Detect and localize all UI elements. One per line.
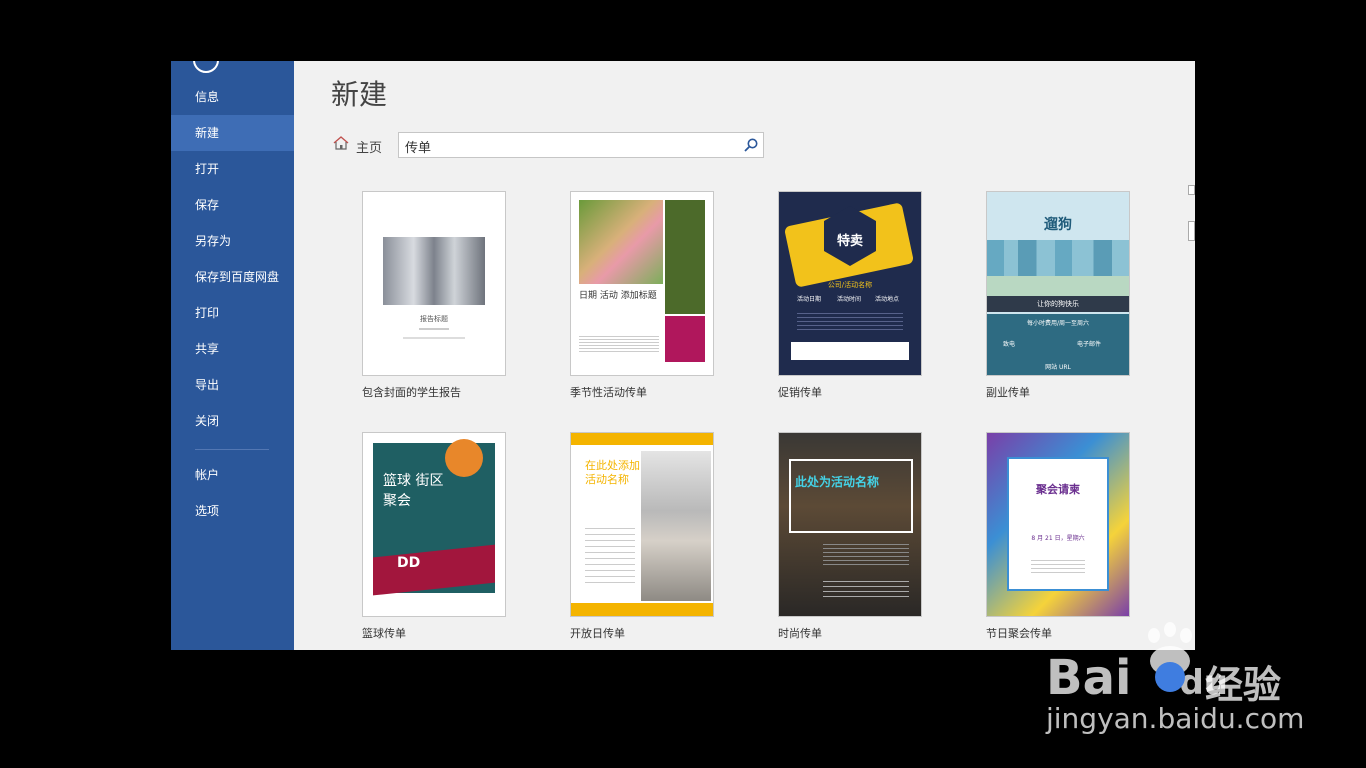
sidebar-item-save-to-baidu[interactable]: 保存到百度网盘: [171, 259, 294, 295]
thumb-contact: 电子邮件: [1077, 341, 1102, 348]
template-thumbnail[interactable]: 特卖 公司/活动名称 活动日期 活动时间 活动地点: [778, 191, 922, 376]
green-panel: [665, 200, 705, 314]
template-thumbnail[interactable]: 此处为活动名称: [778, 432, 922, 617]
template-side-business[interactable]: 遛狗 让你的狗快乐 每小时费用/周一至周六 致电 电子邮件 网站 URL 副业传…: [986, 191, 1130, 400]
watermark-url: jingyan.baidu.com: [1046, 702, 1305, 735]
thumb-text-lines: [823, 577, 909, 601]
title-frame: [789, 459, 913, 533]
sidebar-item-share[interactable]: 共享: [171, 331, 294, 367]
search-box[interactable]: [398, 132, 764, 159]
template-label: 季节性活动传单: [570, 386, 647, 399]
thumb-line: [419, 328, 449, 330]
sidebar-item-account[interactable]: 帐户: [171, 457, 294, 493]
bottom-band: [571, 603, 713, 616]
thumb-col: 活动日期: [797, 296, 822, 303]
thumb-title: 在此处添加活动名称: [585, 459, 640, 486]
thumb-contact: 致电: [1003, 341, 1016, 348]
sidebar-item-save[interactable]: 保存: [171, 187, 294, 223]
thumb-text-lines: [823, 541, 909, 565]
thumb-footer: [791, 342, 909, 360]
template-label: 篮球传单: [362, 627, 406, 640]
sidebar-item-open[interactable]: 打开: [171, 151, 294, 187]
watermark-bai: Bai: [1046, 650, 1132, 706]
search-icon[interactable]: [743, 137, 759, 153]
template-label: 副业传单: [986, 386, 1030, 399]
thumb-date: 8 月 21 日，星期六: [1031, 535, 1085, 542]
thumb-col: 活动时间: [837, 296, 862, 303]
scroll-up-button[interactable]: [1188, 185, 1195, 195]
thumb-subtitle: 让你的狗快乐: [1037, 300, 1079, 308]
thumb-text-lines: [579, 334, 659, 354]
template-fashion[interactable]: 此处为活动名称 时尚传单: [778, 432, 922, 641]
sidebar-item-new[interactable]: 新建: [171, 115, 294, 151]
template-label: 开放日传单: [570, 627, 625, 640]
sidebar-item-options[interactable]: 选项: [171, 493, 294, 529]
template-label: 时尚传单: [778, 627, 822, 640]
thumb-dd: DD: [397, 555, 421, 571]
magenta-panel: [665, 316, 705, 362]
page-title: 新建: [331, 78, 388, 111]
sidebar-item-print[interactable]: 打印: [171, 295, 294, 331]
thumb-title: 聚会请柬: [1036, 483, 1080, 496]
template-thumbnail[interactable]: 在此处添加活动名称: [570, 432, 714, 617]
scrollbar-thumb[interactable]: [1188, 221, 1195, 241]
template-student-report[interactable]: 报告标题 包含封面的学生报告: [362, 191, 506, 400]
baidu-paw-icon: [1142, 622, 1198, 692]
dogs-area: [987, 276, 1129, 298]
thumb-line: [403, 337, 465, 339]
template-label: 包含封面的学生报告: [362, 386, 461, 399]
template-holiday-party[interactable]: 聚会请柬 8 月 21 日，星期六 节日聚会传单: [986, 432, 1130, 641]
thumb-url: 网站 URL: [1045, 364, 1071, 371]
template-thumbnail[interactable]: 遛狗 让你的狗快乐 每小时费用/周一至周六 致电 电子邮件 网站 URL: [986, 191, 1130, 376]
thumb-title: 报告标题: [420, 315, 448, 323]
city-skyline: [987, 240, 1129, 276]
template-label: 促销传单: [778, 386, 822, 399]
columns-photo: [383, 237, 485, 305]
thumb-line: 每小时费用/周一至周六: [1026, 320, 1090, 327]
icecream-photo: [579, 200, 663, 284]
template-basketball[interactable]: 篮球 街区 聚会 DD 篮球传单: [362, 432, 506, 641]
word-new-document-window: 信息 新建 打开 保存 另存为 保存到百度网盘 打印 共享 导出 关闭 帐户 选…: [171, 61, 1195, 650]
thumb-title: 此处为活动名称: [795, 475, 880, 489]
thumb-title: 特卖: [836, 234, 863, 249]
template-open-house[interactable]: 在此处添加活动名称 开放日传单: [570, 432, 714, 641]
sidebar-item-close[interactable]: 关闭: [171, 403, 294, 439]
main-panel: 新建 主页 报告标题 包含封面的学生报告: [294, 61, 1195, 650]
template-label: 节日聚会传单: [986, 627, 1052, 640]
template-thumbnail[interactable]: 报告标题: [362, 191, 506, 376]
thumb-subtitle: 公司/活动名称: [827, 281, 873, 289]
home-link[interactable]: 主页: [356, 137, 382, 156]
template-promotion[interactable]: 特卖 公司/活动名称 活动日期 活动时间 活动地点 促销传单: [778, 191, 922, 400]
watermark-brand: Bai du: [1046, 650, 1228, 706]
template-seasonal-event[interactable]: 日期 活动 添加标题 季节性活动传单: [570, 191, 714, 400]
template-thumbnail[interactable]: 聚会请柬 8 月 21 日，星期六: [986, 432, 1130, 617]
backstage-sidebar: 信息 新建 打开 保存 另存为 保存到百度网盘 打印 共享 导出 关闭 帐户 选…: [171, 61, 294, 650]
sidebar-item-export[interactable]: 导出: [171, 367, 294, 403]
search-input[interactable]: [399, 133, 737, 159]
thumb-text-lines: [585, 523, 635, 583]
thumb-title: 遛狗: [1044, 217, 1072, 233]
sidebar-item-info[interactable]: 信息: [171, 79, 294, 115]
thumb-title: 日期 活动 添加标题: [579, 291, 657, 301]
sidebar-divider: [195, 449, 269, 450]
thumb-text-lines: [1031, 557, 1085, 573]
template-thumbnail[interactable]: 日期 活动 添加标题: [570, 191, 714, 376]
template-thumbnail[interactable]: 篮球 街区 聚会 DD: [362, 432, 506, 617]
thumb-title: 篮球 街区 聚会: [383, 473, 444, 509]
watermark-chinese: 经验: [1205, 663, 1282, 707]
back-arrow-icon[interactable]: [193, 61, 219, 73]
house-photo: [641, 451, 711, 601]
sidebar-item-save-as[interactable]: 另存为: [171, 223, 294, 259]
home-icon[interactable]: [333, 136, 349, 150]
thumb-col: 活动地点: [875, 296, 900, 303]
top-band: [571, 433, 713, 445]
thumb-text-lines: [797, 310, 903, 332]
